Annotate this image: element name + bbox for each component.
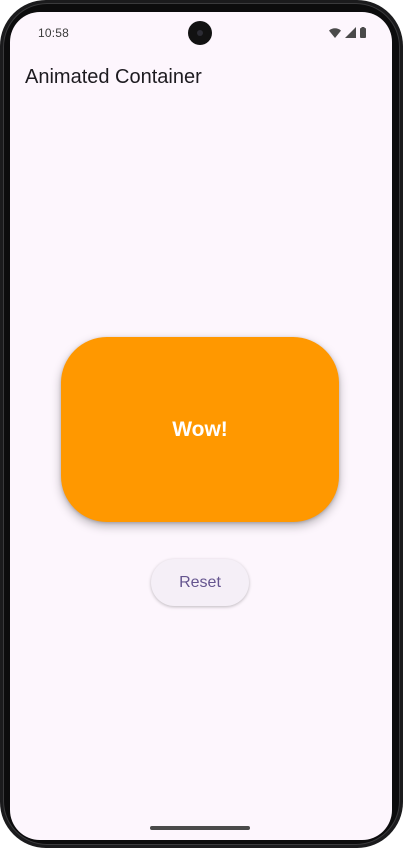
- signal-icon: [345, 27, 356, 38]
- wifi-icon: [329, 27, 341, 38]
- app-bar: Animated Container: [10, 56, 392, 100]
- home-indicator[interactable]: [150, 826, 250, 830]
- status-icons: [329, 27, 366, 38]
- phone-screen: 10:58 Animated Container Wow! Reset: [10, 12, 392, 840]
- status-clock: 10:58: [38, 26, 70, 40]
- animated-container-text: Wow!: [172, 417, 228, 441]
- front-camera: [188, 21, 212, 45]
- status-bar: 10:58: [10, 12, 392, 52]
- reset-button[interactable]: Reset: [151, 559, 249, 606]
- reset-button-label: Reset: [179, 573, 221, 591]
- battery-icon: [360, 27, 366, 38]
- app-title: Animated Container: [25, 66, 202, 88]
- animated-container: Wow!: [61, 337, 339, 522]
